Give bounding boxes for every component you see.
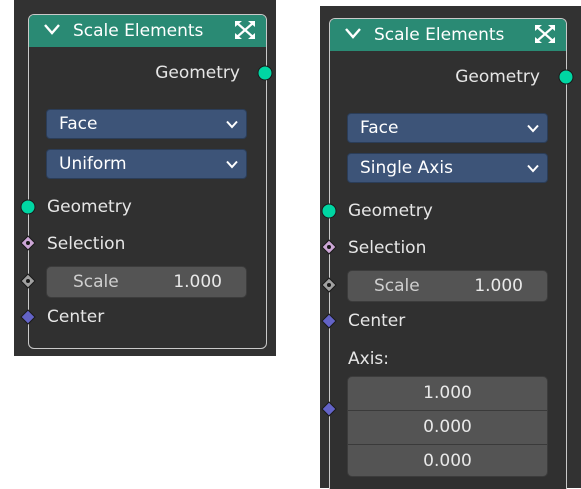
- input-center-socket[interactable]: [20, 309, 36, 325]
- output-geometry-label: Geometry: [155, 63, 240, 83]
- scale-field[interactable]: Scale 1.000: [46, 266, 247, 298]
- output-geometry-socket[interactable]: [558, 69, 574, 85]
- axis-label: Axis:: [348, 349, 389, 369]
- input-selection-label: Selection: [47, 234, 126, 254]
- scale-elements-node-single-axis[interactable]: Scale Elements Geometry Face Single Axis…: [329, 18, 567, 489]
- scale-field-label: Scale: [73, 272, 119, 292]
- scale-field-value: 1.000: [173, 272, 222, 292]
- scale-mode-dropdown[interactable]: Uniform: [46, 149, 247, 179]
- domain-dropdown-value: Face: [59, 114, 98, 134]
- axis-z-value[interactable]: 0.000: [348, 445, 547, 478]
- input-geometry-label: Geometry: [47, 197, 132, 217]
- scale-field[interactable]: Scale 1.000: [347, 270, 548, 302]
- input-selection-label: Selection: [348, 238, 427, 258]
- input-geometry-socket[interactable]: [321, 203, 337, 219]
- input-geometry-socket[interactable]: [20, 199, 36, 215]
- chevron-down-icon: [527, 124, 539, 133]
- input-axis-socket[interactable]: [321, 401, 337, 417]
- chevron-down-icon[interactable]: [344, 26, 362, 40]
- domain-dropdown[interactable]: Face: [347, 113, 548, 143]
- expand-arrows-icon[interactable]: [534, 24, 556, 44]
- scale-field-value: 1.000: [474, 276, 523, 296]
- input-center-label: Center: [47, 307, 105, 327]
- expand-arrows-icon[interactable]: [234, 20, 256, 40]
- domain-dropdown-value: Face: [360, 118, 399, 138]
- axis-y-value[interactable]: 0.000: [348, 411, 547, 444]
- axis-vector-field[interactable]: 1.000 0.000 0.000: [347, 376, 548, 477]
- input-geometry-label: Geometry: [348, 201, 433, 221]
- node-header[interactable]: Scale Elements: [29, 15, 266, 47]
- scale-mode-dropdown-value: Single Axis: [360, 158, 453, 178]
- input-selection-socket[interactable]: [20, 235, 36, 251]
- scale-field-label: Scale: [374, 276, 420, 296]
- output-geometry-label: Geometry: [455, 67, 540, 87]
- input-scale-socket[interactable]: [20, 273, 36, 289]
- node-header[interactable]: Scale Elements: [330, 19, 566, 51]
- node-title: Scale Elements: [73, 21, 204, 41]
- input-center-socket[interactable]: [321, 313, 337, 329]
- chevron-down-icon[interactable]: [43, 22, 61, 36]
- chevron-down-icon: [226, 160, 238, 169]
- node-title: Scale Elements: [374, 25, 505, 45]
- input-selection-socket[interactable]: [321, 239, 337, 255]
- scale-mode-dropdown[interactable]: Single Axis: [347, 153, 548, 183]
- output-geometry-socket[interactable]: [257, 65, 273, 81]
- domain-dropdown[interactable]: Face: [46, 109, 247, 139]
- scale-elements-node-uniform[interactable]: Scale Elements Geometry Face Uniform Geo…: [28, 14, 267, 349]
- chevron-down-icon: [527, 164, 539, 173]
- input-center-label: Center: [348, 311, 406, 331]
- input-scale-socket[interactable]: [321, 277, 337, 293]
- chevron-down-icon: [226, 120, 238, 129]
- scale-mode-dropdown-value: Uniform: [59, 154, 127, 174]
- axis-x-value[interactable]: 1.000: [348, 377, 547, 410]
